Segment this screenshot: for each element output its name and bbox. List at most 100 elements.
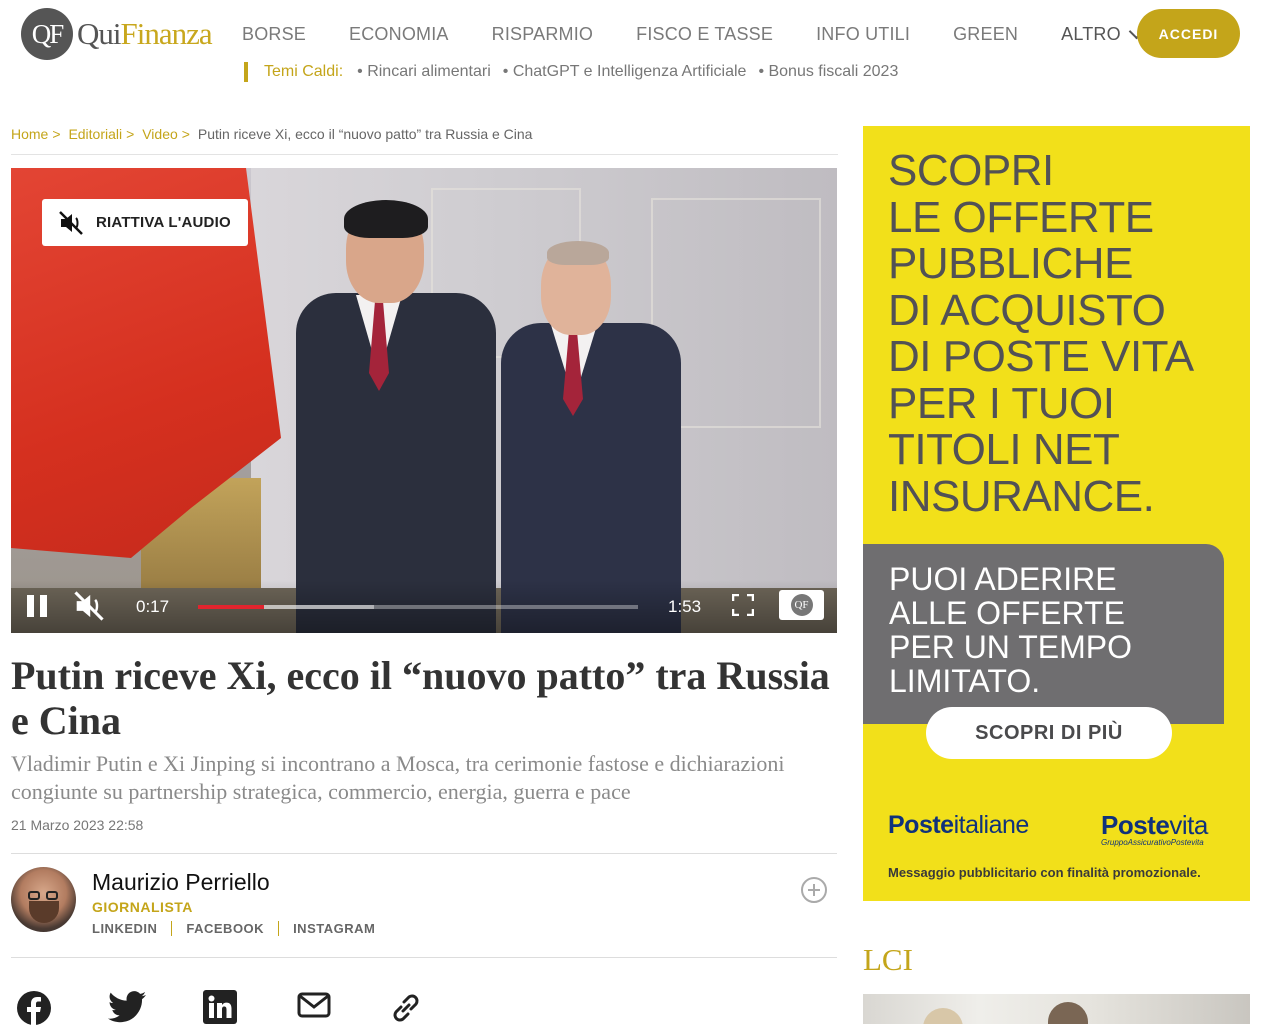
hot-topics-label: Temi Caldi: xyxy=(264,63,344,80)
follow-author-plus-icon[interactable] xyxy=(801,877,827,903)
author-facebook-link[interactable]: FACEBOOK xyxy=(186,921,264,936)
ad-disclaimer: Messaggio pubblicitario con finalità pro… xyxy=(888,865,1201,880)
nav-item-risparmio[interactable]: RISPARMIO xyxy=(492,24,593,45)
ad-headline-line: PUBBLICHE xyxy=(888,239,1133,288)
nav-item-green[interactable]: GREEN xyxy=(953,24,1018,45)
site-logo[interactable]: QF QuiFinanza xyxy=(21,8,213,60)
brand-text: italiane xyxy=(953,811,1030,839)
pause-button[interactable] xyxy=(27,595,49,617)
author-avatar[interactable] xyxy=(11,867,76,932)
author-instagram-link[interactable]: INSTAGRAM xyxy=(293,921,375,936)
logo-text-qui: Qui xyxy=(77,16,121,51)
poste-vita-logo: Postevita xyxy=(1101,810,1208,841)
video-person-left xyxy=(296,200,496,633)
person-hair xyxy=(547,241,609,265)
ad-headline-line: DI POSTE VITA xyxy=(888,332,1194,381)
video-progress-bar[interactable] xyxy=(198,605,638,609)
avatar-beard xyxy=(29,901,59,923)
unmute-button[interactable]: RIATTIVA L'AUDIO xyxy=(42,199,248,246)
twitter-icon[interactable] xyxy=(108,990,146,1024)
video-played-bar xyxy=(198,605,264,609)
ad-info-line: ALLE OFFERTE xyxy=(889,595,1125,631)
hot-topics-marker xyxy=(244,62,248,82)
link-icon[interactable] xyxy=(388,990,424,1026)
nav-item-altro[interactable]: ALTRO xyxy=(1061,23,1145,45)
lci-thumbnail[interactable] xyxy=(863,994,1250,1024)
poste-italiane-logo: Posteitaliane xyxy=(888,811,1029,840)
link-separator xyxy=(171,921,173,936)
author-social-links: LINKEDIN FACEBOOK INSTAGRAM xyxy=(92,921,375,936)
fullscreen-icon[interactable] xyxy=(732,594,754,616)
hot-topic-link[interactable]: • Bonus fiscali 2023 xyxy=(758,63,898,81)
breadcrumb-video[interactable]: Video xyxy=(142,126,178,142)
nav-item-info-utili[interactable]: INFO UTILI xyxy=(816,24,910,45)
ad-headline-line: DI ACQUISTO xyxy=(888,285,1166,335)
logo-text-finanza: Finanza xyxy=(120,16,213,51)
ad-headline-line: SCOPRI xyxy=(888,146,1054,195)
divider xyxy=(11,853,837,854)
qf-logo-icon: QF xyxy=(790,594,813,616)
video-duration: 1:53 xyxy=(668,597,702,616)
advertisement-banner[interactable]: SCOPRI LE OFFERTE PUBBLICHE DI ACQUISTO … xyxy=(863,126,1250,901)
breadcrumb-current: Putin riceve Xi, ecco il “nuovo patto” t… xyxy=(197,126,533,142)
ad-headline-line: INSURANCE. xyxy=(888,471,1155,521)
volume-button[interactable] xyxy=(73,590,105,627)
author-linkedin-link[interactable]: LINKEDIN xyxy=(92,921,157,936)
ad-headline: SCOPRI LE OFFERTE PUBBLICHE DI ACQUISTO … xyxy=(888,146,1228,521)
nav-altro-label: ALTRO xyxy=(1061,24,1121,44)
author-name[interactable]: Maurizio Perriello xyxy=(92,869,270,896)
breadcrumb-home[interactable]: Home xyxy=(11,126,48,142)
breadcrumb-separator: > xyxy=(181,126,190,142)
hot-topics-bar: Temi Caldi: • Rincari alimentari • ChatG… xyxy=(244,62,910,82)
breadcrumb: Home > Editoriali > Video > Putin riceve Xi… xyxy=(11,126,838,155)
sidebar-section-title[interactable]: LCI xyxy=(863,942,913,978)
link-separator xyxy=(278,921,280,936)
breadcrumb-separator: > xyxy=(52,126,61,142)
ad-headline-line: TITOLI NET xyxy=(888,425,1120,474)
brand-text: Poste xyxy=(888,811,954,839)
unmute-label: RIATTIVA L'AUDIO xyxy=(96,214,231,231)
pause-icon xyxy=(27,595,34,617)
muted-speaker-icon xyxy=(74,591,104,621)
breadcrumb-separator: > xyxy=(126,126,135,142)
pause-icon-bar xyxy=(40,595,47,617)
article-title: Putin riceve Xi, ecco il “nuovo patto” t… xyxy=(11,653,830,743)
logo-mark-icon: QF xyxy=(21,8,73,60)
avatar-glasses xyxy=(46,891,58,900)
nav-item-borse[interactable]: BORSE xyxy=(242,24,306,45)
thumbnail-figure xyxy=(923,1008,963,1024)
linkedin-icon[interactable] xyxy=(203,990,237,1024)
ad-info-line: LIMITATO. xyxy=(889,663,1041,699)
site-header: QF QuiFinanza BORSE ECONOMIA RISPARMIO F… xyxy=(0,0,1276,100)
thumbnail-figure xyxy=(1048,1002,1088,1024)
divider xyxy=(11,957,837,958)
video-controls: 0:17 1:53 QF xyxy=(11,580,837,633)
login-button[interactable]: ACCEDI xyxy=(1137,9,1240,58)
logo-wordmark: QuiFinanza xyxy=(77,16,213,52)
avatar-glasses xyxy=(28,891,40,900)
mail-icon[interactable] xyxy=(297,990,331,1020)
main-nav: BORSE ECONOMIA RISPARMIO FISCO E TASSE I… xyxy=(242,23,1145,45)
nav-item-economia[interactable]: ECONOMIA xyxy=(349,24,449,45)
hot-topic-link[interactable]: • Rincari alimentari xyxy=(357,63,491,81)
player-logo[interactable]: QF xyxy=(779,590,824,620)
person-hair xyxy=(344,200,428,238)
ad-headline-line: PER I TUOI xyxy=(888,378,1115,428)
article-date: 21 Marzo 2023 22:58 xyxy=(11,817,144,833)
breadcrumb-editoriali[interactable]: Editoriali xyxy=(68,126,122,142)
video-current-time: 0:17 xyxy=(136,597,170,616)
mute-icon xyxy=(59,210,83,235)
hot-topic-link[interactable]: • ChatGPT e Intelligenza Artificiale xyxy=(503,63,747,81)
ad-info-box: PUOI ADERIRE ALLE OFFERTE PER UN TEMPO L… xyxy=(863,544,1224,724)
ad-info-line: PUOI ADERIRE xyxy=(889,561,1117,597)
ad-cta-button[interactable]: SCOPRI DI PIÙ xyxy=(926,707,1172,759)
ad-info-line: PER UN TEMPO xyxy=(889,629,1132,665)
poste-vita-subtitle: GruppoAssicurativoPostevita xyxy=(1101,838,1204,847)
author-role: GIORNALISTA xyxy=(92,899,193,915)
facebook-icon[interactable] xyxy=(16,990,52,1026)
video-person-right xyxy=(501,241,681,633)
ad-headline-line: LE OFFERTE xyxy=(888,192,1154,242)
ad-info-text: PUOI ADERIRE ALLE OFFERTE PER UN TEMPO L… xyxy=(889,562,1132,698)
article-subtitle: Vladimir Putin e Xi Jinping si incontran… xyxy=(11,751,785,804)
nav-item-fisco-e-tasse[interactable]: FISCO E TASSE xyxy=(636,24,773,45)
